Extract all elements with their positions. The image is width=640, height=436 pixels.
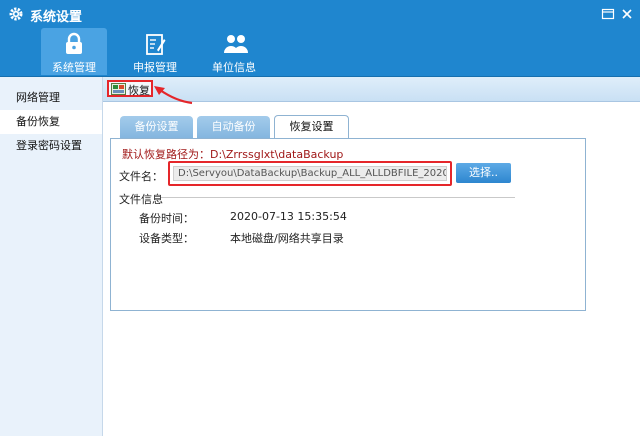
browse-button[interactable]: 选择.. — [456, 163, 511, 183]
nav-label: 系统管理 — [52, 61, 96, 74]
form-edit-icon — [146, 34, 166, 55]
file-info-title: 文件信息 — [119, 193, 163, 206]
sidebar-item-network[interactable]: 网络管理 — [0, 86, 102, 110]
tab-backup-settings[interactable]: 备份设置 — [120, 116, 193, 138]
lock-icon — [66, 32, 82, 54]
top-nav: 系统管理 申报管理 单位信息 — [0, 28, 640, 77]
tab-restore-settings[interactable]: 恢复设置 — [274, 115, 349, 139]
file-name-label: 文件名： — [119, 170, 163, 183]
restore-label: 恢复 — [128, 84, 150, 97]
annotation-arrow — [154, 86, 193, 105]
restore-window-icon[interactable] — [601, 7, 615, 21]
sidebar: 网络管理 备份恢复 登录密码设置 — [0, 77, 103, 436]
nav-unit-info[interactable]: 单位信息 — [201, 28, 267, 75]
window-title: 系统设置 — [30, 10, 83, 25]
restore-icon — [111, 83, 126, 95]
backup-time-value: 2020-07-13 15:35:54 — [230, 210, 347, 223]
restore-button[interactable]: 恢复 — [107, 80, 153, 97]
divider — [161, 197, 515, 198]
sidebar-item-login-password[interactable]: 登录密码设置 — [0, 134, 102, 158]
default-path-hint: 默认恢复路径为：D:\Zrrssglxt\dataBackup — [122, 148, 344, 161]
device-type-value: 本地磁盘/网络共享目录 — [230, 232, 344, 245]
nav-label: 单位信息 — [212, 61, 256, 74]
title-bar: 系统设置 — [0, 0, 640, 28]
nav-system-management[interactable]: 系统管理 — [41, 28, 107, 75]
gear-icon — [9, 7, 23, 21]
file-name-field[interactable]: D:\Servyou\DataBackup\Backup_ALL_ALLDBFI… — [168, 161, 452, 186]
device-type-label: 设备类型： — [139, 232, 194, 245]
file-name-value[interactable]: D:\Servyou\DataBackup\Backup_ALL_ALLDBFI… — [173, 166, 447, 181]
close-icon[interactable] — [620, 7, 634, 21]
nav-declaration-management[interactable]: 申报管理 — [122, 28, 188, 75]
backup-time-label: 备份时间： — [139, 212, 194, 225]
users-icon — [224, 35, 248, 53]
tab-auto-backup[interactable]: 自动备份 — [197, 116, 270, 138]
sidebar-item-backup-restore[interactable]: 备份恢复 — [0, 110, 102, 134]
nav-label: 申报管理 — [133, 61, 177, 74]
